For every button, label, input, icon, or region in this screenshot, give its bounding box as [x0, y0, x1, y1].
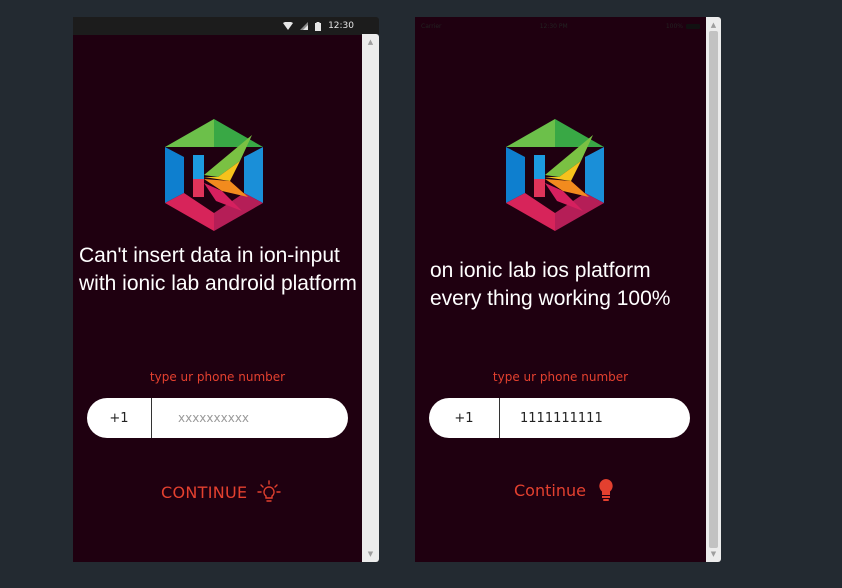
lightbulb-filled-icon [599, 479, 613, 501]
battery-icon [686, 23, 700, 29]
country-code[interactable]: +1 [429, 398, 500, 438]
wifi-icon [283, 22, 294, 30]
country-code[interactable]: +1 [87, 398, 152, 438]
android-status-bar-cap [362, 17, 379, 34]
app-logo-icon [506, 119, 604, 231]
android-scrollbar[interactable]: ▲ ▼ [362, 34, 379, 562]
scroll-down-arrow-icon[interactable]: ▼ [711, 550, 716, 558]
phone-hint-label: type ur phone number [492, 370, 629, 384]
ios-clock: 12:30 PM [539, 22, 568, 30]
phone-input-group: +1 [429, 398, 690, 438]
ios-battery-percent: 100% [665, 22, 683, 30]
battery-icon [315, 21, 322, 31]
phone-number-input[interactable] [152, 398, 348, 438]
continue-button[interactable]: CONTINUE [161, 480, 282, 504]
scroll-thumb[interactable] [709, 31, 718, 548]
phone-number-input[interactable] [500, 398, 690, 438]
android-preview: 12:30 Can't insert data in ion-input wit… [73, 17, 362, 562]
scroll-down-arrow-icon[interactable]: ▼ [368, 550, 373, 558]
phone-hint-label: type ur phone number [149, 370, 286, 384]
android-clock: 12:30 [328, 21, 354, 31]
ios-scrollbar[interactable]: ▲ ▼ [706, 17, 721, 562]
ios-status-bar: Carrier 12:30 PM 100% [415, 17, 706, 35]
signal-icon [300, 22, 309, 30]
answer-headline: on ionic lab ios platform every thing wo… [430, 259, 671, 310]
lightbulb-outline-icon [257, 480, 282, 502]
ios-preview: Carrier 12:30 PM 100% on ionic lab ios p… [415, 17, 706, 562]
continue-button-label: CONTINUE [161, 482, 248, 502]
scroll-up-arrow-icon[interactable]: ▲ [368, 38, 373, 46]
continue-button-label: Continue [514, 480, 586, 500]
phone-input-group: +1 [87, 398, 348, 438]
question-headline: Can't insert data in ion-input with ioni… [79, 244, 357, 295]
app-logo-icon [165, 119, 263, 231]
scroll-up-arrow-icon[interactable]: ▲ [711, 21, 716, 29]
ios-carrier: Carrier [421, 22, 442, 30]
android-status-bar: 12:30 [73, 17, 362, 35]
continue-button[interactable]: Continue [514, 478, 616, 502]
